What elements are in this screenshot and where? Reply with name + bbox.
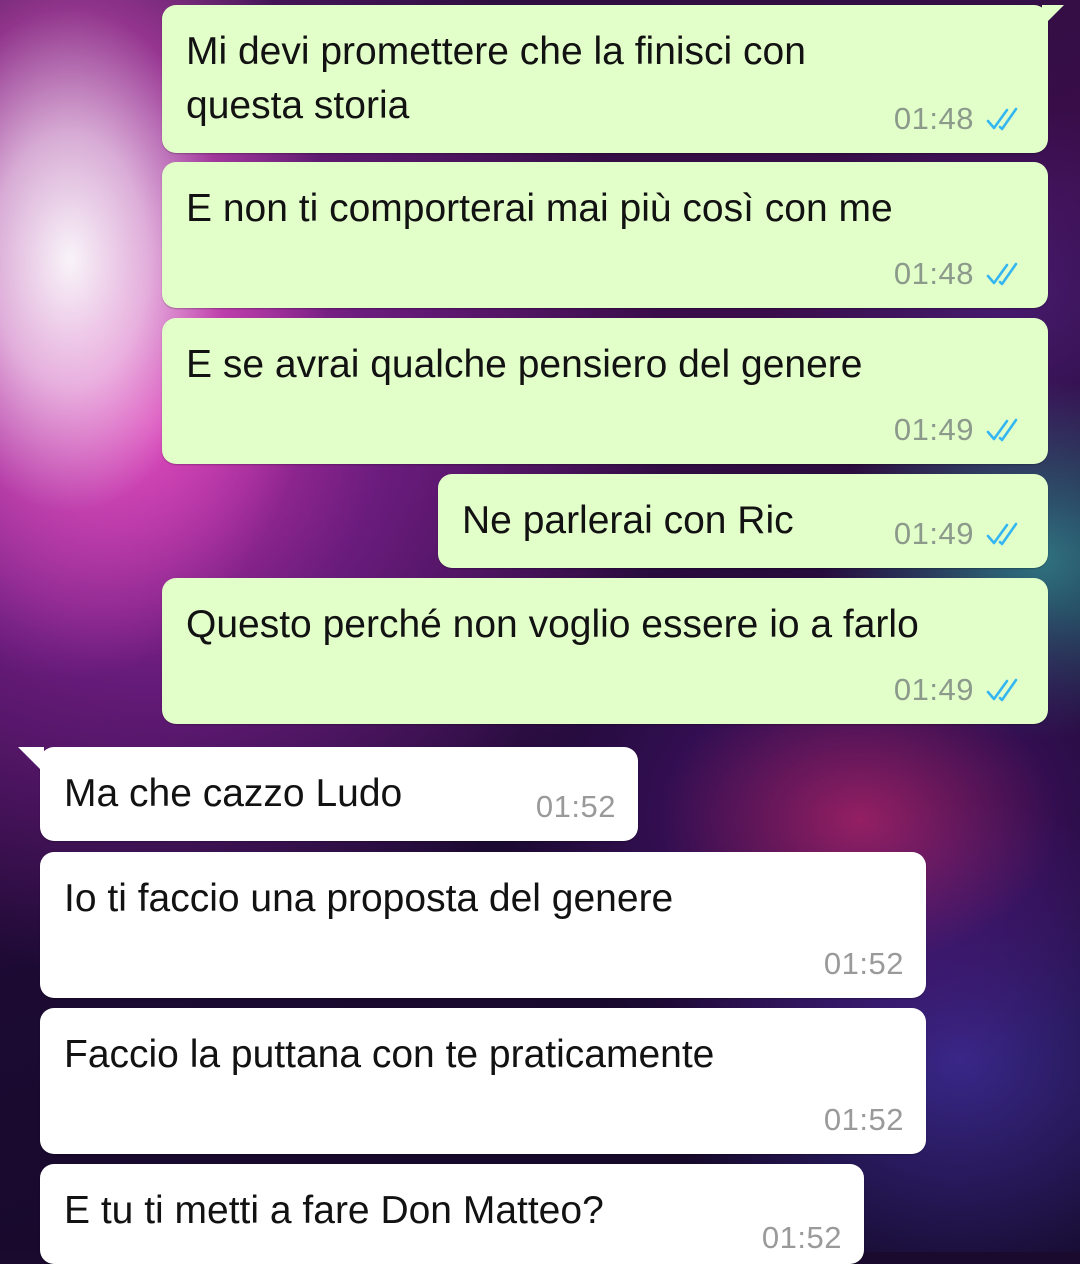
double-check-read-icon [986, 107, 1018, 131]
message-meta: 01:49 [894, 672, 1026, 708]
message-time: 01:49 [893, 516, 974, 551]
message-meta: 01:52 [762, 1220, 842, 1256]
message-meta: 01:52 [536, 789, 616, 825]
message-time: 01:48 [893, 101, 974, 136]
message-text: E tu ti metti a fare Don Matteo? [64, 1189, 604, 1232]
message-bubble-outgoing[interactable]: Mi devi promettere che la finisci con qu… [162, 5, 1064, 153]
message-text: E se avrai qualche pensiero del genere [186, 343, 863, 386]
message-time: 01:52 [823, 1102, 904, 1137]
message-meta: 01:52 [824, 946, 904, 982]
message-bubble-incoming[interactable]: Ma che cazzo Ludo 01:52 [18, 747, 638, 841]
message-bubble-outgoing[interactable]: E se avrai qualche pensiero del genere 0… [162, 318, 1048, 464]
message-text: Ma che cazzo Ludo [64, 772, 403, 815]
message-time: 01:49 [893, 672, 974, 707]
bubble-tail [1042, 5, 1064, 27]
double-check-read-icon [986, 418, 1018, 442]
message-time: 01:52 [535, 789, 616, 824]
message-meta: 01:48 [894, 256, 1026, 292]
message-bubble-incoming[interactable]: Io ti faccio una proposta del genere 01:… [40, 852, 926, 998]
message-text: Io ti faccio una proposta del genere [64, 877, 674, 920]
message-text: Faccio la puttana con te praticamente [64, 1033, 715, 1076]
double-check-read-icon [986, 678, 1018, 702]
message-meta: 01:49 [894, 412, 1026, 448]
message-text: E non ti comporterai mai più così con me [186, 187, 893, 230]
message-time: 01:52 [761, 1220, 842, 1255]
message-bubble-incoming[interactable]: E tu ti metti a fare Don Matteo? 01:52 [40, 1164, 864, 1264]
double-check-read-icon [986, 262, 1018, 286]
message-bubble-outgoing[interactable]: Ne parlerai con Ric 01:49 [438, 474, 1048, 568]
message-time: 01:52 [823, 946, 904, 981]
message-meta: 01:49 [894, 516, 1026, 552]
bubble-tail [18, 747, 44, 773]
message-meta: 01:52 [824, 1102, 904, 1138]
message-time: 01:49 [893, 412, 974, 447]
message-time: 01:48 [893, 256, 974, 291]
message-bubble-incoming[interactable]: Faccio la puttana con te praticamente 01… [40, 1008, 926, 1154]
message-bubble-outgoing[interactable]: E non ti comporterai mai più così con me… [162, 162, 1048, 308]
message-bubble-outgoing[interactable]: Questo perché non voglio essere io a far… [162, 578, 1048, 724]
double-check-read-icon [986, 522, 1018, 546]
message-meta: 01:48 [894, 101, 1026, 137]
message-text: Questo perché non voglio essere io a far… [186, 603, 919, 646]
